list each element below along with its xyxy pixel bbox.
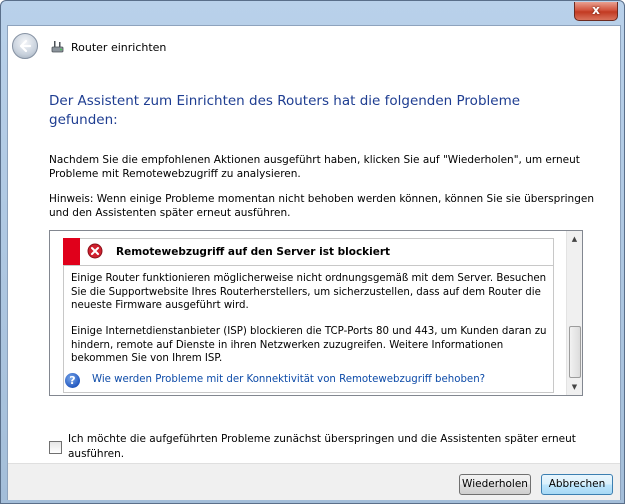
severity-strip: [63, 238, 80, 265]
back-arrow-icon: [19, 39, 32, 53]
scroll-thumb[interactable]: [569, 326, 581, 378]
vertical-scrollbar[interactable]: ▲ ▼: [566, 231, 582, 395]
router-icon: [51, 41, 64, 53]
problem-description-isp: Einige Internetdienstanbieter (ISP) bloc…: [71, 326, 547, 364]
wizard-title: Router einrichten: [71, 41, 167, 54]
wizard-client-area: Router einrichten Der Assistent zum Einr…: [7, 25, 621, 500]
error-icon: [87, 243, 103, 259]
wizard-window: x Router einrichten Der Assistent zum Ei…: [0, 0, 625, 504]
back-button[interactable]: [12, 33, 38, 59]
help-link[interactable]: Wie werden Probleme mit der Konnektivitä…: [92, 374, 485, 385]
main-heading: Der Assistent zum Einrichten des Routers…: [49, 93, 521, 128]
retry-button[interactable]: Wiederholen: [459, 474, 531, 495]
cancel-button[interactable]: Abbrechen: [541, 474, 613, 495]
problem-list[interactable]: Remotewebzugriff auf den Server ist bloc…: [49, 230, 583, 396]
wizard-header: Router einrichten: [8, 26, 620, 66]
problem-item: Remotewebzugriff auf den Server ist bloc…: [63, 238, 554, 393]
button-bar: Wiederholen Abbrechen: [8, 463, 620, 500]
close-button[interactable]: x: [574, 2, 618, 21]
scroll-down-icon[interactable]: ▼: [567, 379, 582, 395]
hint-text: Hinweis: Wenn einige Probleme momentan n…: [49, 193, 594, 219]
help-link-row: ? Wie werden Probleme mit der Konnektivi…: [64, 373, 553, 389]
problem-description-router: Einige Router funktionieren möglicherwei…: [71, 273, 547, 311]
skip-checkbox-label[interactable]: Ich möchte die aufgeführten Probleme zun…: [68, 432, 588, 462]
skip-checkbox[interactable]: [49, 441, 62, 454]
problem-title: Remotewebzugriff auf den Server ist bloc…: [116, 246, 391, 258]
divider: [64, 265, 553, 266]
scroll-up-icon[interactable]: ▲: [567, 231, 582, 247]
help-icon: ?: [65, 373, 80, 388]
instruction-text: Nachdem Sie die empfohlenen Aktionen aus…: [49, 154, 580, 180]
